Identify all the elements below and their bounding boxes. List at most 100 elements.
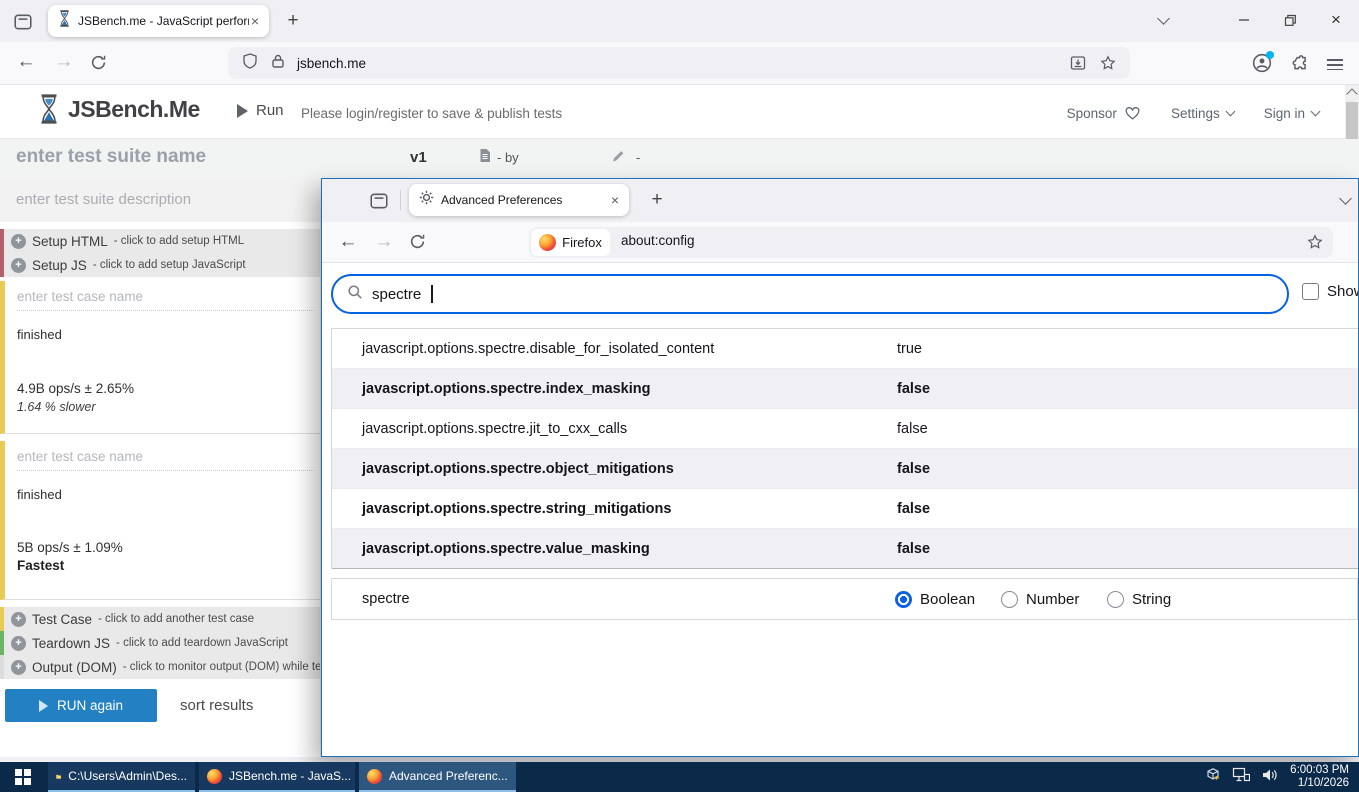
menu-icon[interactable]	[1327, 56, 1343, 73]
minimize-button[interactable]	[1221, 0, 1267, 40]
radio-icon	[1001, 591, 1018, 608]
reload-button[interactable]	[409, 233, 426, 255]
pref-row[interactable]: javascript.options.spectre.value_masking…	[332, 529, 1358, 569]
taskbar-item-advanced-preferences[interactable]: Advanced Preferenc...	[359, 762, 516, 792]
desktop: JSBench.me - JavaScript perform × + × ← …	[0, 0, 1359, 792]
pref-row[interactable]: javascript.options.spectre.index_masking…	[332, 369, 1358, 409]
search-input[interactable]: spectre	[331, 274, 1289, 314]
url-bar[interactable]: jsbench.me	[228, 47, 1130, 79]
chevron-down-icon	[1339, 192, 1352, 205]
sponsor-link[interactable]: Sponsor	[1067, 105, 1141, 121]
run-button[interactable]: Run	[237, 102, 284, 119]
divider	[400, 190, 401, 210]
setup-js-row[interactable]: + Setup JS - click to add setup JavaScri…	[0, 253, 320, 277]
new-tab-button[interactable]: +	[644, 187, 670, 213]
forward-button: →	[50, 51, 78, 73]
new-tab-button[interactable]: +	[280, 8, 306, 34]
radio-boolean[interactable]: Boolean	[895, 591, 975, 608]
firefox-icon	[367, 769, 382, 784]
settings-menu[interactable]: Settings	[1171, 106, 1234, 121]
url-text[interactable]: jsbench.me	[297, 56, 366, 71]
test-case-card-2[interactable]: enter test case name finished 5B ops/s ±…	[0, 441, 320, 600]
star-icon[interactable]	[1307, 234, 1323, 255]
url-text[interactable]: about:config	[621, 233, 695, 248]
preferences-table: javascript.options.spectre.disable_for_i…	[331, 328, 1358, 569]
pref-row[interactable]: javascript.options.spectre.object_mitiga…	[332, 449, 1358, 489]
start-button[interactable]	[0, 762, 46, 792]
clock-date: 1/10/2026	[1290, 777, 1349, 790]
pref-row[interactable]: javascript.options.spectre.string_mitiga…	[332, 489, 1358, 529]
teardown-js-row[interactable]: + Teardown JS - click to add teardown Ja…	[0, 631, 320, 655]
taskbar-item-explorer[interactable]: C:\Users\Admin\Des...	[48, 762, 195, 792]
network-icon[interactable]	[1232, 767, 1250, 787]
test-case-card-1[interactable]: enter test case name finished 4.9B ops/s…	[0, 281, 320, 434]
test-case-name-input[interactable]: enter test case name	[17, 289, 314, 311]
tab-title: Advanced Preferences	[441, 193, 609, 207]
chevron-down-icon	[1311, 107, 1321, 117]
url-bar[interactable]: Firefox about:config	[529, 227, 1333, 258]
shield-icon[interactable]	[242, 53, 258, 74]
close-icon[interactable]: ×	[609, 192, 621, 208]
suite-title-row: enter test suite name v1 - by -	[0, 139, 1359, 178]
minimize-icon	[1238, 14, 1250, 26]
back-button[interactable]: ←	[12, 51, 40, 73]
radio-number[interactable]: Number	[1001, 591, 1079, 608]
reload-button[interactable]	[90, 54, 107, 76]
text-cursor	[431, 285, 433, 303]
taskbar-item-jsbench[interactable]: JSBench.me - JavaS...	[199, 762, 355, 792]
firefox-view-icon[interactable]	[366, 188, 392, 214]
star-icon[interactable]	[1100, 55, 1116, 76]
radio-string[interactable]: String	[1107, 591, 1171, 608]
account-icon[interactable]	[1252, 53, 1272, 78]
output-dom-row[interactable]: + Output (DOM) - click to monitor output…	[0, 655, 320, 679]
search-value: spectre	[372, 286, 421, 303]
suite-version: v1	[410, 149, 427, 166]
jsbench-logo[interactable]: JSBench.Me	[38, 94, 200, 124]
sort-results-link[interactable]: sort results	[180, 697, 253, 714]
suite-name-input[interactable]: enter test suite name	[16, 146, 206, 168]
run-again-button[interactable]: RUN again	[5, 689, 157, 722]
checkbox-icon[interactable]	[1302, 283, 1319, 300]
signin-menu[interactable]: Sign in	[1264, 106, 1319, 121]
firefox-chip: Firefox	[531, 229, 610, 256]
back-nav-toolbar: ← → jsbench.me	[0, 42, 1359, 85]
extensions-icon[interactable]	[1291, 54, 1309, 77]
list-tabs-button[interactable]	[1322, 179, 1359, 222]
result-note: Fastest	[17, 558, 64, 573]
tab-title: JSBench.me - JavaScript perform	[78, 14, 249, 28]
gear-icon	[419, 190, 434, 210]
back-tab-strip: JSBench.me - JavaScript perform × + ×	[0, 0, 1359, 42]
document-icon	[479, 148, 491, 166]
ops-result: 4.9B ops/s ± 2.65%	[17, 381, 134, 396]
tab-advanced-preferences[interactable]: Advanced Preferences ×	[409, 184, 629, 216]
suite-description-input[interactable]: enter test suite description	[0, 178, 320, 222]
restore-button[interactable]	[1267, 0, 1313, 40]
folder-icon	[56, 770, 61, 783]
pref-row[interactable]: javascript.options.spectre.disable_for_i…	[332, 329, 1358, 369]
close-window-button[interactable]: ×	[1313, 0, 1359, 40]
speaker-icon[interactable]	[1261, 768, 1279, 787]
firefox-icon	[207, 769, 222, 784]
hourglass-icon	[58, 10, 71, 32]
pencil-icon	[611, 149, 625, 166]
front-tab-strip: Advanced Preferences × +	[322, 179, 1358, 222]
add-test-case-row[interactable]: + Test Case - click to add another test …	[0, 607, 320, 631]
tab-jsbench[interactable]: JSBench.me - JavaScript perform ×	[48, 5, 269, 37]
package-icon[interactable]	[1205, 767, 1221, 788]
setup-html-row[interactable]: + Setup HTML - click to add setup HTML	[0, 229, 320, 253]
show-modified-checkbox[interactable]: Show	[1302, 283, 1359, 300]
close-icon[interactable]: ×	[249, 13, 261, 29]
list-tabs-button[interactable]	[1140, 0, 1186, 40]
taskbar-clock[interactable]: 6:00:03 PM 1/10/2026	[1290, 764, 1355, 790]
add-icon: +	[11, 636, 26, 651]
save-icon[interactable]	[1070, 55, 1086, 76]
test-suite-sidebar: enter test suite description + Setup HTM…	[0, 178, 320, 757]
lock-icon[interactable]	[271, 53, 285, 74]
play-icon	[237, 104, 248, 118]
taskbar: C:\Users\Admin\Des... JSBench.me - JavaS…	[0, 762, 1359, 792]
pref-row[interactable]: javascript.options.spectre.jit_to_cxx_ca…	[332, 409, 1358, 449]
test-case-name-input[interactable]: enter test case name	[17, 449, 314, 471]
firefox-view-icon[interactable]	[10, 9, 36, 35]
back-button[interactable]: ←	[334, 231, 362, 253]
notification-dot	[1266, 51, 1274, 59]
